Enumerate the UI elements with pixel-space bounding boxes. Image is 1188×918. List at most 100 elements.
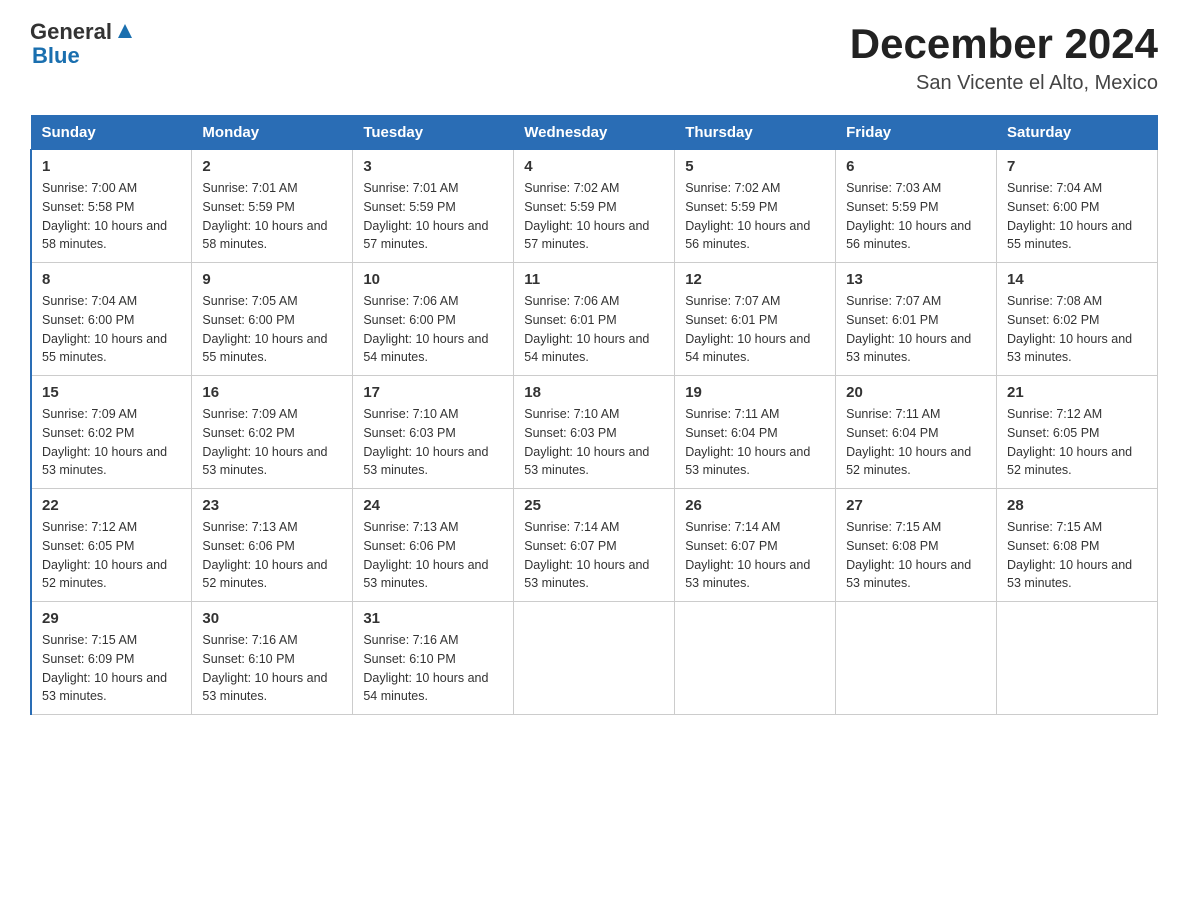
day-info: Sunrise: 7:16 AMSunset: 6:10 PMDaylight:… — [363, 633, 488, 703]
calendar-cell: 5 Sunrise: 7:02 AMSunset: 5:59 PMDayligh… — [675, 150, 836, 263]
calendar-cell: 25 Sunrise: 7:14 AMSunset: 6:07 PMDaylig… — [514, 489, 675, 602]
day-info: Sunrise: 7:02 AMSunset: 5:59 PMDaylight:… — [524, 181, 649, 251]
header-wednesday: Wednesday — [514, 116, 675, 150]
day-number: 9 — [202, 271, 342, 288]
day-number: 12 — [685, 271, 825, 288]
day-number: 16 — [202, 384, 342, 401]
day-info: Sunrise: 7:06 AMSunset: 6:00 PMDaylight:… — [363, 294, 488, 364]
header-monday: Monday — [192, 116, 353, 150]
day-info: Sunrise: 7:14 AMSunset: 6:07 PMDaylight:… — [524, 520, 649, 590]
day-number: 22 — [42, 497, 181, 514]
calendar-cell: 10 Sunrise: 7:06 AMSunset: 6:00 PMDaylig… — [353, 263, 514, 376]
location-subtitle: San Vicente el Alto, Mexico — [850, 72, 1158, 95]
week-row-4: 22 Sunrise: 7:12 AMSunset: 6:05 PMDaylig… — [31, 489, 1158, 602]
week-row-3: 15 Sunrise: 7:09 AMSunset: 6:02 PMDaylig… — [31, 376, 1158, 489]
calendar-cell: 27 Sunrise: 7:15 AMSunset: 6:08 PMDaylig… — [836, 489, 997, 602]
day-number: 23 — [202, 497, 342, 514]
day-number: 30 — [202, 610, 342, 627]
day-number: 14 — [1007, 271, 1147, 288]
day-info: Sunrise: 7:11 AMSunset: 6:04 PMDaylight:… — [846, 407, 971, 477]
day-number: 8 — [42, 271, 181, 288]
calendar-cell: 19 Sunrise: 7:11 AMSunset: 6:04 PMDaylig… — [675, 376, 836, 489]
day-number: 6 — [846, 158, 986, 175]
calendar-cell: 9 Sunrise: 7:05 AMSunset: 6:00 PMDayligh… — [192, 263, 353, 376]
day-info: Sunrise: 7:01 AMSunset: 5:59 PMDaylight:… — [363, 181, 488, 251]
day-number: 7 — [1007, 158, 1147, 175]
calendar-table: SundayMondayTuesdayWednesdayThursdayFrid… — [30, 115, 1158, 715]
calendar-cell: 29 Sunrise: 7:15 AMSunset: 6:09 PMDaylig… — [31, 602, 192, 715]
calendar-cell: 2 Sunrise: 7:01 AMSunset: 5:59 PMDayligh… — [192, 150, 353, 263]
logo-text-blue: Blue — [32, 44, 136, 68]
day-info: Sunrise: 7:13 AMSunset: 6:06 PMDaylight:… — [363, 520, 488, 590]
calendar-cell: 8 Sunrise: 7:04 AMSunset: 6:00 PMDayligh… — [31, 263, 192, 376]
day-number: 4 — [524, 158, 664, 175]
logo-triangle-icon — [114, 20, 136, 42]
day-number: 21 — [1007, 384, 1147, 401]
logo: General Blue — [30, 20, 136, 68]
day-number: 25 — [524, 497, 664, 514]
header-saturday: Saturday — [997, 116, 1158, 150]
day-info: Sunrise: 7:05 AMSunset: 6:00 PMDaylight:… — [202, 294, 327, 364]
day-info: Sunrise: 7:00 AMSunset: 5:58 PMDaylight:… — [42, 181, 167, 251]
day-number: 3 — [363, 158, 503, 175]
calendar-cell: 30 Sunrise: 7:16 AMSunset: 6:10 PMDaylig… — [192, 602, 353, 715]
day-info: Sunrise: 7:14 AMSunset: 6:07 PMDaylight:… — [685, 520, 810, 590]
calendar-cell: 4 Sunrise: 7:02 AMSunset: 5:59 PMDayligh… — [514, 150, 675, 263]
day-info: Sunrise: 7:04 AMSunset: 6:00 PMDaylight:… — [1007, 181, 1132, 251]
week-row-1: 1 Sunrise: 7:00 AMSunset: 5:58 PMDayligh… — [31, 150, 1158, 263]
day-info: Sunrise: 7:13 AMSunset: 6:06 PMDaylight:… — [202, 520, 327, 590]
calendar-cell — [836, 602, 997, 715]
day-number: 29 — [42, 610, 181, 627]
day-number: 2 — [202, 158, 342, 175]
calendar-cell: 1 Sunrise: 7:00 AMSunset: 5:58 PMDayligh… — [31, 150, 192, 263]
calendar-cell: 12 Sunrise: 7:07 AMSunset: 6:01 PMDaylig… — [675, 263, 836, 376]
day-number: 20 — [846, 384, 986, 401]
week-row-5: 29 Sunrise: 7:15 AMSunset: 6:09 PMDaylig… — [31, 602, 1158, 715]
day-number: 13 — [846, 271, 986, 288]
calendar-cell: 22 Sunrise: 7:12 AMSunset: 6:05 PMDaylig… — [31, 489, 192, 602]
page-header: General Blue December 2024 San Vicente e… — [30, 20, 1158, 95]
header-tuesday: Tuesday — [353, 116, 514, 150]
day-number: 5 — [685, 158, 825, 175]
header-row: SundayMondayTuesdayWednesdayThursdayFrid… — [31, 116, 1158, 150]
day-info: Sunrise: 7:15 AMSunset: 6:08 PMDaylight:… — [1007, 520, 1132, 590]
calendar-cell — [514, 602, 675, 715]
title-section: December 2024 San Vicente el Alto, Mexic… — [850, 20, 1158, 95]
day-number: 10 — [363, 271, 503, 288]
calendar-cell: 17 Sunrise: 7:10 AMSunset: 6:03 PMDaylig… — [353, 376, 514, 489]
calendar-cell: 15 Sunrise: 7:09 AMSunset: 6:02 PMDaylig… — [31, 376, 192, 489]
calendar-cell: 26 Sunrise: 7:14 AMSunset: 6:07 PMDaylig… — [675, 489, 836, 602]
day-number: 17 — [363, 384, 503, 401]
day-number: 26 — [685, 497, 825, 514]
calendar-cell: 21 Sunrise: 7:12 AMSunset: 6:05 PMDaylig… — [997, 376, 1158, 489]
day-info: Sunrise: 7:04 AMSunset: 6:00 PMDaylight:… — [42, 294, 167, 364]
day-number: 18 — [524, 384, 664, 401]
calendar-cell: 18 Sunrise: 7:10 AMSunset: 6:03 PMDaylig… — [514, 376, 675, 489]
day-info: Sunrise: 7:11 AMSunset: 6:04 PMDaylight:… — [685, 407, 810, 477]
day-info: Sunrise: 7:06 AMSunset: 6:01 PMDaylight:… — [524, 294, 649, 364]
day-info: Sunrise: 7:16 AMSunset: 6:10 PMDaylight:… — [202, 633, 327, 703]
calendar-cell — [675, 602, 836, 715]
calendar-cell: 24 Sunrise: 7:13 AMSunset: 6:06 PMDaylig… — [353, 489, 514, 602]
calendar-cell: 28 Sunrise: 7:15 AMSunset: 6:08 PMDaylig… — [997, 489, 1158, 602]
calendar-cell: 20 Sunrise: 7:11 AMSunset: 6:04 PMDaylig… — [836, 376, 997, 489]
calendar-cell: 31 Sunrise: 7:16 AMSunset: 6:10 PMDaylig… — [353, 602, 514, 715]
day-info: Sunrise: 7:03 AMSunset: 5:59 PMDaylight:… — [846, 181, 971, 251]
calendar-cell: 16 Sunrise: 7:09 AMSunset: 6:02 PMDaylig… — [192, 376, 353, 489]
day-info: Sunrise: 7:15 AMSunset: 6:08 PMDaylight:… — [846, 520, 971, 590]
day-info: Sunrise: 7:08 AMSunset: 6:02 PMDaylight:… — [1007, 294, 1132, 364]
calendar-header: SundayMondayTuesdayWednesdayThursdayFrid… — [31, 116, 1158, 150]
day-info: Sunrise: 7:09 AMSunset: 6:02 PMDaylight:… — [202, 407, 327, 477]
calendar-cell: 13 Sunrise: 7:07 AMSunset: 6:01 PMDaylig… — [836, 263, 997, 376]
calendar-cell: 3 Sunrise: 7:01 AMSunset: 5:59 PMDayligh… — [353, 150, 514, 263]
day-number: 28 — [1007, 497, 1147, 514]
day-number: 24 — [363, 497, 503, 514]
header-friday: Friday — [836, 116, 997, 150]
day-info: Sunrise: 7:07 AMSunset: 6:01 PMDaylight:… — [846, 294, 971, 364]
day-number: 11 — [524, 271, 664, 288]
calendar-body: 1 Sunrise: 7:00 AMSunset: 5:58 PMDayligh… — [31, 150, 1158, 715]
day-info: Sunrise: 7:07 AMSunset: 6:01 PMDaylight:… — [685, 294, 810, 364]
day-info: Sunrise: 7:10 AMSunset: 6:03 PMDaylight:… — [363, 407, 488, 477]
day-number: 1 — [42, 158, 181, 175]
day-number: 15 — [42, 384, 181, 401]
